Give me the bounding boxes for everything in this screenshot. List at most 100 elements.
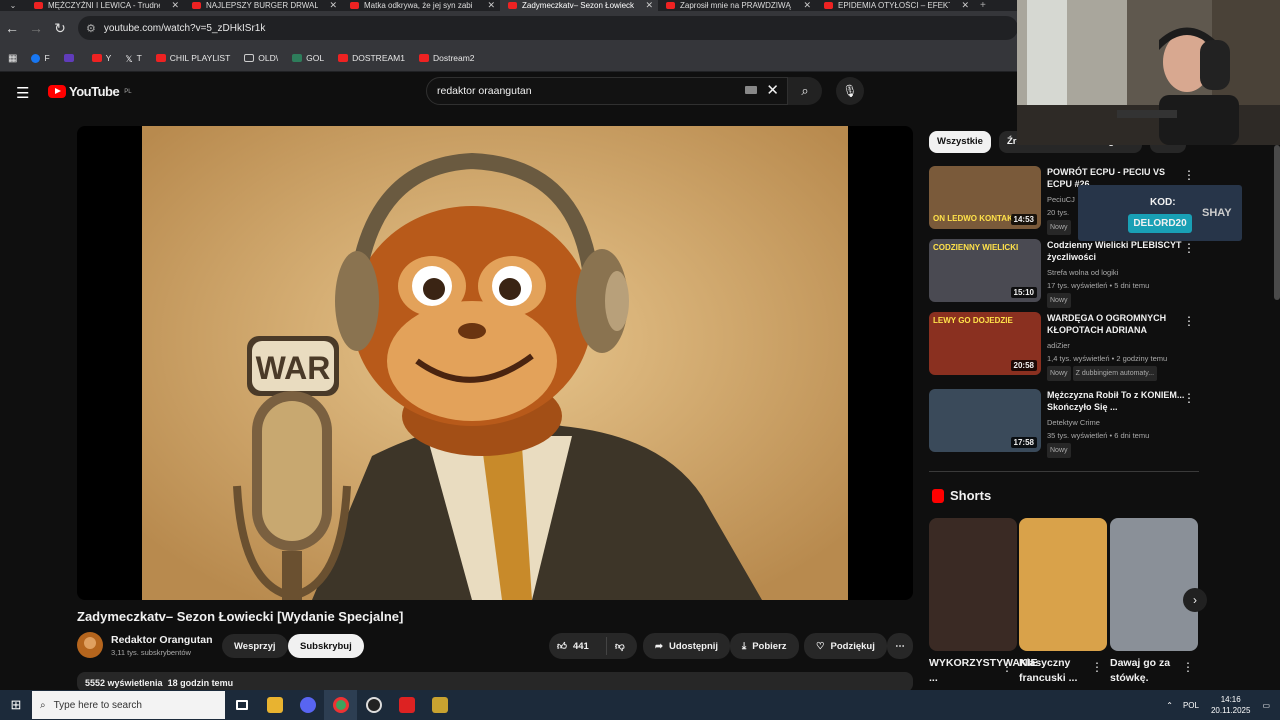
voice-search-button[interactable]: 🎙 [836,77,864,105]
browser-tab[interactable]: Zadymeczkatv– Sezon Łowieck ✕ [500,0,658,11]
site-info-icon[interactable]: ⚙ [86,22,96,35]
clear-search-icon[interactable]: ✕ [766,81,779,99]
bookmark-item[interactable]: DOSTREAM1 [338,53,405,63]
x-icon: 𝕏 [125,54,133,64]
more-options-icon[interactable]: ⋮ [1183,314,1195,328]
search-text: redaktor oraangutan [437,85,532,97]
file-explorer-icon[interactable] [258,690,291,720]
close-tab-icon[interactable]: ✕ [645,0,653,11]
more-options-icon[interactable]: ⋮ [1183,168,1195,182]
share-button[interactable]: ➦ Udostępnij [643,633,731,659]
thanks-button[interactable]: ♡ Podziękuj [804,633,887,659]
back-icon[interactable]: ← [0,20,24,36]
channel-name[interactable]: Detektyw Crime [1047,416,1187,429]
more-actions-icon[interactable]: ⋯ [887,633,913,659]
search-input[interactable]: redaktor oraangutan ✕ [426,77,788,105]
channel-name[interactable]: Redaktor Orangutan [111,634,213,646]
tray-chevron-icon[interactable]: ⌃ [1166,701,1173,710]
browser-tab[interactable]: Zaprosił mnie na PRAWDZIWĄ ✕ [658,0,816,11]
more-options-icon[interactable]: ⋮ [1001,660,1013,674]
more-options-icon[interactable]: ⋮ [1182,660,1194,674]
bookmark-item[interactable]: 𝕏 T [125,53,141,64]
recommended-video[interactable]: CODZIENNY WIELICKI 15:10 Codzienny Wieli… [929,239,1199,309]
download-button[interactable]: ⤓ Pobierz [730,633,799,659]
close-tab-icon[interactable]: ✕ [487,0,495,11]
bookmark-item[interactable]: F [31,53,50,63]
obs-icon[interactable] [357,690,390,720]
browser-tab[interactable]: EPIDEMIA OTYŁOŚCI – EFEKT L ✕ [816,0,974,11]
forward-icon[interactable]: → [24,20,48,36]
video-thumbnail[interactable]: 17:58 [929,389,1041,452]
url-field[interactable]: ⚙ youtube.com/watch?v=5_zDHkISr1k [78,16,1018,40]
short-title[interactable]: Dawaj go za stówkę. [1110,656,1188,686]
close-tab-icon[interactable]: ✕ [171,0,179,11]
bookmark-item[interactable] [63,53,78,63]
video-title[interactable]: WARDĘGA O OGROMNYCH KŁOPOTACH ADRIANA PO… [1047,312,1187,336]
youtube-logo[interactable]: YouTube PL [48,84,132,99]
close-tab-icon[interactable]: ✕ [329,0,337,11]
folder-icon [244,54,255,62]
browser-tab[interactable]: NAJLEPSZY BURGER DRWALA W ✕ [184,0,342,11]
share-label: Udostępnij [668,640,719,652]
bookmark-item[interactable]: Y [91,53,111,63]
bookmark-item[interactable]: Dostream2 [418,53,475,63]
more-options-icon[interactable]: ⋮ [1183,391,1195,405]
short-thumbnail[interactable] [1019,518,1107,651]
support-button[interactable]: Wesprzyj [222,634,288,658]
keyboard-icon[interactable] [745,86,757,94]
description-box[interactable]: 5552 wyświetlenia 18 godzin temu [77,672,913,692]
chrome-icon[interactable] [324,690,357,720]
close-tab-icon[interactable]: ✕ [961,0,969,11]
like-button[interactable]: 👍︎ 441 [549,637,607,655]
browser-tab[interactable]: MĘŻCZYŹNI I LEWICA - Trudne ✕ [26,0,184,11]
channel-name[interactable]: adiZier [1047,339,1187,352]
language-indicator[interactable]: POL [1183,701,1199,710]
subscribe-button[interactable]: Subskrybuj [288,634,364,658]
youtube-icon [338,54,349,62]
new-badge: Nowy [1047,443,1071,458]
reload-icon[interactable]: ↻ [48,20,72,37]
more-options-icon[interactable]: ⋮ [1183,241,1195,255]
discord-icon[interactable] [291,690,324,720]
windows-start-icon[interactable]: ⊞ [0,697,32,713]
short-title[interactable]: Klasyczny francuski ... [1019,656,1097,686]
browser-tab[interactable]: Matka odkrywa, że jej syn zabi ✕ [342,0,500,11]
clock[interactable]: 14:16 20.11.2025 [1211,694,1250,716]
video-thumbnail[interactable]: ON LEDWO KONTAK 14:53 [929,166,1041,229]
streamlabs-icon[interactable] [390,690,423,720]
video-frame-illustration: WAR [142,126,848,600]
bookmark-item[interactable]: GOL [292,53,324,63]
recommended-video[interactable]: 17:58 Mężczyzna Robił To z KONIEM... Sko… [929,389,1199,459]
recommended-video[interactable]: LEWY GO DOJEDZIE 20:58 WARDĘGA O OGROMNY… [929,312,1199,382]
video-meta: 17 tys. wyświetleń • 5 dni temu [1047,281,1150,290]
youtube-icon [418,54,429,62]
channel-name[interactable]: Strefa wolna od logiki [1047,266,1187,279]
bookmark-item[interactable]: CHIL PLAYLIST [155,53,230,63]
tab-search-icon[interactable]: ⌄ [0,1,26,10]
close-tab-icon[interactable]: ✕ [803,0,811,11]
short-thumbnail[interactable] [929,518,1017,651]
page-scrollbar[interactable] [1274,145,1280,300]
apps-icon[interactable]: ▦ [8,53,17,64]
taskbar-search[interactable]: ⌕ Type here to search [32,691,225,719]
shorts-next-button[interactable]: › [1183,588,1207,612]
video-thumbnail[interactable]: LEWY GO DOJEDZIE 20:58 [929,312,1041,375]
video-title[interactable]: Codzienny Wielicki PLEBISCYT życzliwości [1047,239,1187,263]
dislike-button[interactable]: 👎︎ [607,640,625,652]
short-thumbnail[interactable] [1110,518,1198,651]
tab-title: NAJLEPSZY BURGER DRWALA W [206,1,318,10]
notifications-icon[interactable]: ▭ [1262,701,1270,710]
video-player[interactable]: WAR [77,126,913,600]
more-options-icon[interactable]: ⋮ [1091,660,1103,674]
short-title[interactable]: WYKORZYSTYWANIE ... [929,656,1038,686]
filter-chip[interactable]: Wszystkie [929,131,991,153]
channel-avatar[interactable] [77,632,103,658]
menu-icon[interactable]: ☰ [16,84,29,102]
bookmark-item[interactable]: OLD\ [244,53,278,63]
app-icon[interactable] [423,690,456,720]
video-thumbnail[interactable]: CODZIENNY WIELICKI 15:10 [929,239,1041,302]
task-view-icon[interactable] [225,690,258,720]
video-title[interactable]: Mężczyzna Robił To z KONIEM... Skończyło… [1047,389,1187,413]
search-button[interactable]: ⌕ [788,77,822,105]
new-tab-button[interactable]: + [980,0,986,11]
